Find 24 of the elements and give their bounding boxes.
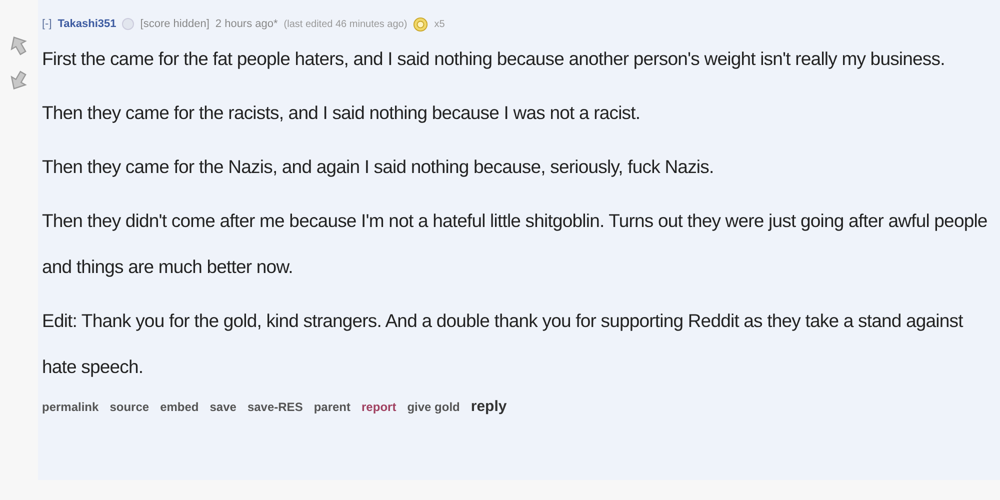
- award-count: x5: [434, 18, 445, 30]
- comment-action-link[interactable]: permalink: [42, 400, 99, 414]
- comment-paragraph: Then they came for the Nazis, and again I said nothing because, seriously, fuck Nazis.: [42, 155, 715, 179]
- comment-action-link[interactable]: source: [110, 400, 150, 414]
- comment-paragraph: Then they came for the racists, and I said nothing because I was not a racist.: [42, 101, 642, 125]
- collapse-toggle[interactable]: [-]: [42, 18, 52, 30]
- upvote-arrow-icon[interactable]: [9, 34, 29, 58]
- comment-action-link[interactable]: parent: [314, 400, 351, 414]
- comment-score: [score hidden]: [140, 18, 210, 30]
- comment-action-link[interactable]: save-RES: [247, 400, 303, 414]
- downvote-arrow-icon[interactable]: [9, 68, 29, 92]
- comment-action-link[interactable]: reply: [470, 398, 507, 415]
- comment-action-link[interactable]: save: [210, 400, 236, 414]
- comment-paragraph: Edit: Thank you for the gold, kind strangers. And a double thank you for supporting Reddit as they take a stand against hate speech.: [42, 309, 964, 379]
- comment-action-link[interactable]: report: [362, 400, 396, 414]
- comment-paragraph: Then they didn't come after me because I'm not a hateful little shitgoblin. Turns out they were just going after awful people and things are much better now.: [42, 209, 988, 279]
- comment-action-link[interactable]: give gold: [407, 400, 460, 414]
- award-icon: [413, 16, 428, 32]
- comment-action-link[interactable]: embed: [160, 400, 199, 414]
- author-link[interactable]: Takashi351: [58, 18, 116, 30]
- comment-paragraph: First the came for the fat people haters, and I said nothing because another person's weight isn't really my business.: [42, 47, 946, 71]
- flair-dot-icon: [122, 18, 134, 30]
- edited-note: (last edited 46 minutes ago): [284, 18, 408, 30]
- comment-time: 2 hours ago*: [215, 18, 278, 30]
